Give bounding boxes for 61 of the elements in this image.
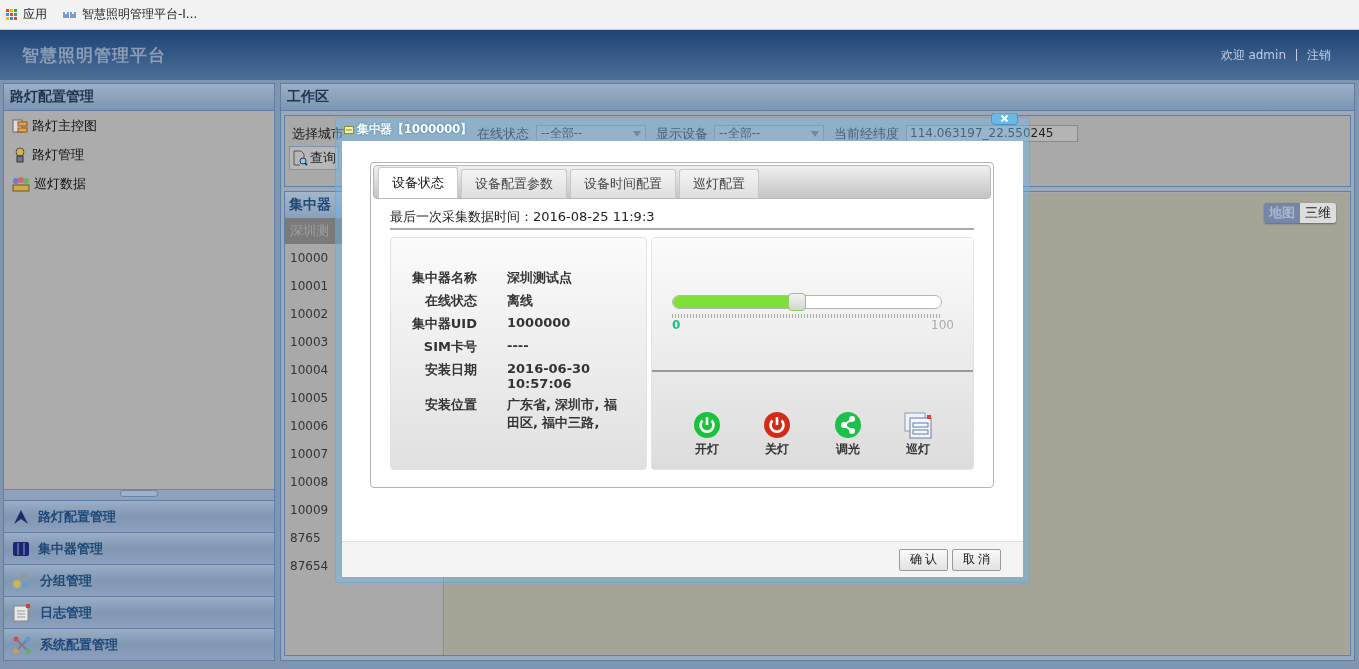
sidebar-item[interactable]: 路灯管理: [4, 140, 274, 169]
board-icon: [12, 117, 28, 134]
field-label: 安装位置: [424, 396, 477, 414]
field-value: 1000000: [507, 315, 572, 332]
cancel-button[interactable]: 取 消: [952, 548, 1001, 571]
map-mode-tab[interactable]: 三维: [1300, 203, 1336, 223]
action-button[interactable]: 关灯: [763, 411, 792, 458]
field-label: 在线状态: [424, 292, 477, 310]
scale-max-label: 100: [931, 318, 954, 332]
scale-min-label: 0: [672, 318, 681, 332]
share-icon: [833, 411, 862, 439]
window-icon: [344, 125, 354, 134]
field-value: ----: [507, 338, 530, 355]
dimmer-slider[interactable]: [672, 295, 942, 309]
apps-grid-icon[interactable]: [6, 9, 17, 20]
action-button[interactable]: 开灯: [693, 411, 722, 458]
bars-icon: [63, 9, 76, 20]
field-label: 安装日期: [424, 361, 477, 379]
field-label: SIM卡号: [422, 338, 477, 356]
cabinet-icon: [12, 539, 30, 558]
last-collection-time: 最后一次采集数据时间：2016-08-25 11:9:3: [390, 199, 974, 230]
field-value: 离线: [507, 292, 534, 310]
filter-label: 当前经纬度: [834, 126, 899, 141]
document-icon: [903, 411, 932, 439]
welcome-text: 欢迎 admin: [1220, 46, 1286, 64]
apps-link[interactable]: 应用: [23, 6, 47, 23]
group-icon: [12, 570, 32, 591]
field-value: 2016-06-30 10:57:06: [507, 361, 592, 391]
action-button[interactable]: 调光: [833, 411, 862, 458]
tab[interactable]: 巡灯配置: [679, 169, 759, 198]
power-icon: [693, 411, 722, 439]
panel-title: 工作区: [281, 84, 1354, 111]
confirm-button[interactable]: 确 认: [899, 548, 948, 571]
filter-label: 显示设备: [656, 126, 708, 141]
collapse-handle[interactable]: [120, 490, 158, 497]
close-button[interactable]: [991, 113, 1018, 125]
tab[interactable]: 设备状态: [378, 167, 458, 198]
query-button[interactable]: 查询: [289, 145, 339, 170]
tab[interactable]: 设备时间配置: [570, 169, 676, 198]
people-icon: [12, 175, 30, 192]
slider-handle[interactable]: [788, 293, 807, 311]
search-icon: [292, 149, 308, 166]
sidebar-item[interactable]: 巡灯数据: [4, 169, 274, 198]
dialog-title: 集中器【1000000】: [357, 121, 472, 138]
filter-label: 选择城市: [292, 126, 344, 141]
power-icon: [763, 411, 792, 439]
field-label: 集中器名称: [411, 269, 477, 287]
document-icon: [12, 602, 32, 623]
field-label: 集中器UID: [410, 315, 477, 333]
network-icon: [12, 634, 32, 655]
logout-link[interactable]: 注销: [1307, 46, 1331, 64]
bookmark-link[interactable]: 智慧照明管理平台-I...: [82, 6, 198, 23]
lamp-icon: [12, 146, 28, 163]
filter-label: 在线状态: [477, 126, 529, 141]
action-button[interactable]: 巡灯: [903, 411, 932, 458]
sidebar-item[interactable]: 路灯主控图: [4, 111, 274, 140]
field-value: 深圳测试点: [507, 269, 573, 287]
app-title: 智慧照明管理平台: [22, 43, 166, 67]
field-value: 广东省, 深圳市, 福田区, 福中三路,: [507, 396, 618, 432]
tab[interactable]: 设备配置参数: [461, 169, 567, 198]
panel-title: 路灯配置管理: [4, 84, 274, 111]
